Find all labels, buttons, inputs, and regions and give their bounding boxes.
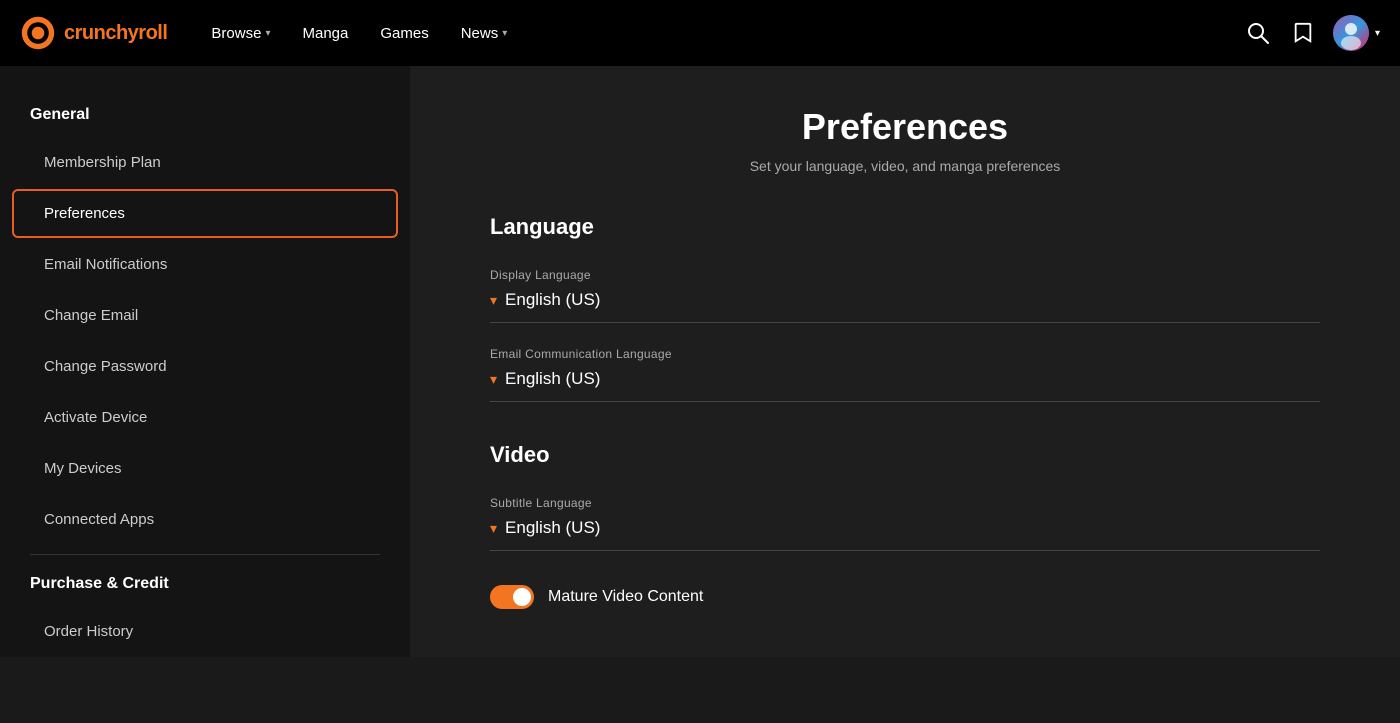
nav-games[interactable]: Games	[366, 17, 442, 50]
subtitle-language-chevron-icon: ▾	[490, 520, 497, 537]
avatar-image	[1333, 15, 1369, 51]
email-comm-language-value: English (US)	[505, 369, 600, 389]
user-menu-chevron-icon: ▾	[1375, 28, 1380, 39]
email-comm-language-label: Email Communication Language	[490, 347, 1320, 361]
crunchyroll-logo-icon	[20, 15, 56, 51]
logo[interactable]: crunchyroll	[20, 15, 167, 51]
email-comm-language-chevron-icon: ▾	[490, 371, 497, 388]
sidebar-section-purchase: Purchase & Credit	[0, 565, 410, 605]
language-heading: Language	[490, 214, 1320, 248]
sidebar-item-my-devices[interactable]: My Devices	[12, 444, 398, 493]
language-section: Language Display Language ▾ English (US)…	[490, 214, 1320, 402]
sidebar-item-email-notifications[interactable]: Email Notifications	[12, 240, 398, 289]
sidebar: General Membership Plan Preferences Emai…	[0, 66, 410, 657]
nav-browse[interactable]: Browse ▾	[197, 17, 284, 50]
header-actions: ▾	[1243, 15, 1380, 51]
email-comm-language-select[interactable]: ▾ English (US)	[490, 369, 1320, 402]
sidebar-item-change-password[interactable]: Change Password	[12, 342, 398, 391]
sidebar-item-change-email[interactable]: Change Email	[12, 291, 398, 340]
content-area: Preferences Set your language, video, an…	[410, 66, 1400, 657]
search-button[interactable]	[1243, 18, 1273, 48]
news-chevron-icon: ▾	[502, 28, 507, 39]
main-header: crunchyroll Browse ▾ Manga Games News ▾	[0, 0, 1400, 66]
video-heading: Video	[490, 442, 1320, 476]
browse-chevron-icon: ▾	[265, 28, 270, 39]
video-section: Video Subtitle Language ▾ English (US) M…	[490, 442, 1320, 609]
display-language-label: Display Language	[490, 268, 1320, 282]
sidebar-item-connected-apps[interactable]: Connected Apps	[12, 495, 398, 544]
user-avatar-button[interactable]: ▾	[1333, 15, 1380, 51]
display-language-select[interactable]: ▾ English (US)	[490, 290, 1320, 323]
subtitle-language-label: Subtitle Language	[490, 496, 1320, 510]
sidebar-item-order-history[interactable]: Order History	[12, 607, 398, 656]
page-subtitle: Set your language, video, and manga pref…	[490, 158, 1320, 174]
avatar	[1333, 15, 1369, 51]
display-language-chevron-icon: ▾	[490, 292, 497, 309]
toggle-knob	[513, 588, 531, 606]
sidebar-item-activate-device[interactable]: Activate Device	[12, 393, 398, 442]
sidebar-item-membership-plan[interactable]: Membership Plan	[12, 138, 398, 187]
search-icon	[1247, 22, 1269, 44]
bookmark-button[interactable]	[1289, 18, 1317, 48]
main-container: General Membership Plan Preferences Emai…	[0, 66, 1400, 657]
sidebar-divider	[30, 554, 380, 555]
mature-content-toggle[interactable]	[490, 585, 534, 609]
nav-news[interactable]: News ▾	[447, 17, 522, 50]
logo-text: crunchyroll	[64, 22, 167, 45]
sidebar-item-preferences[interactable]: Preferences	[12, 189, 398, 238]
mature-content-label: Mature Video Content	[548, 588, 703, 606]
subtitle-language-value: English (US)	[505, 518, 600, 538]
bookmark-icon	[1293, 22, 1313, 44]
sidebar-section-general: General	[0, 96, 410, 136]
main-nav: Browse ▾ Manga Games News ▾	[197, 17, 1243, 50]
mature-content-row: Mature Video Content	[490, 575, 1320, 609]
subtitle-language-select[interactable]: ▾ English (US)	[490, 518, 1320, 551]
nav-manga[interactable]: Manga	[288, 17, 362, 50]
page-title: Preferences	[490, 106, 1320, 148]
display-language-value: English (US)	[505, 290, 600, 310]
